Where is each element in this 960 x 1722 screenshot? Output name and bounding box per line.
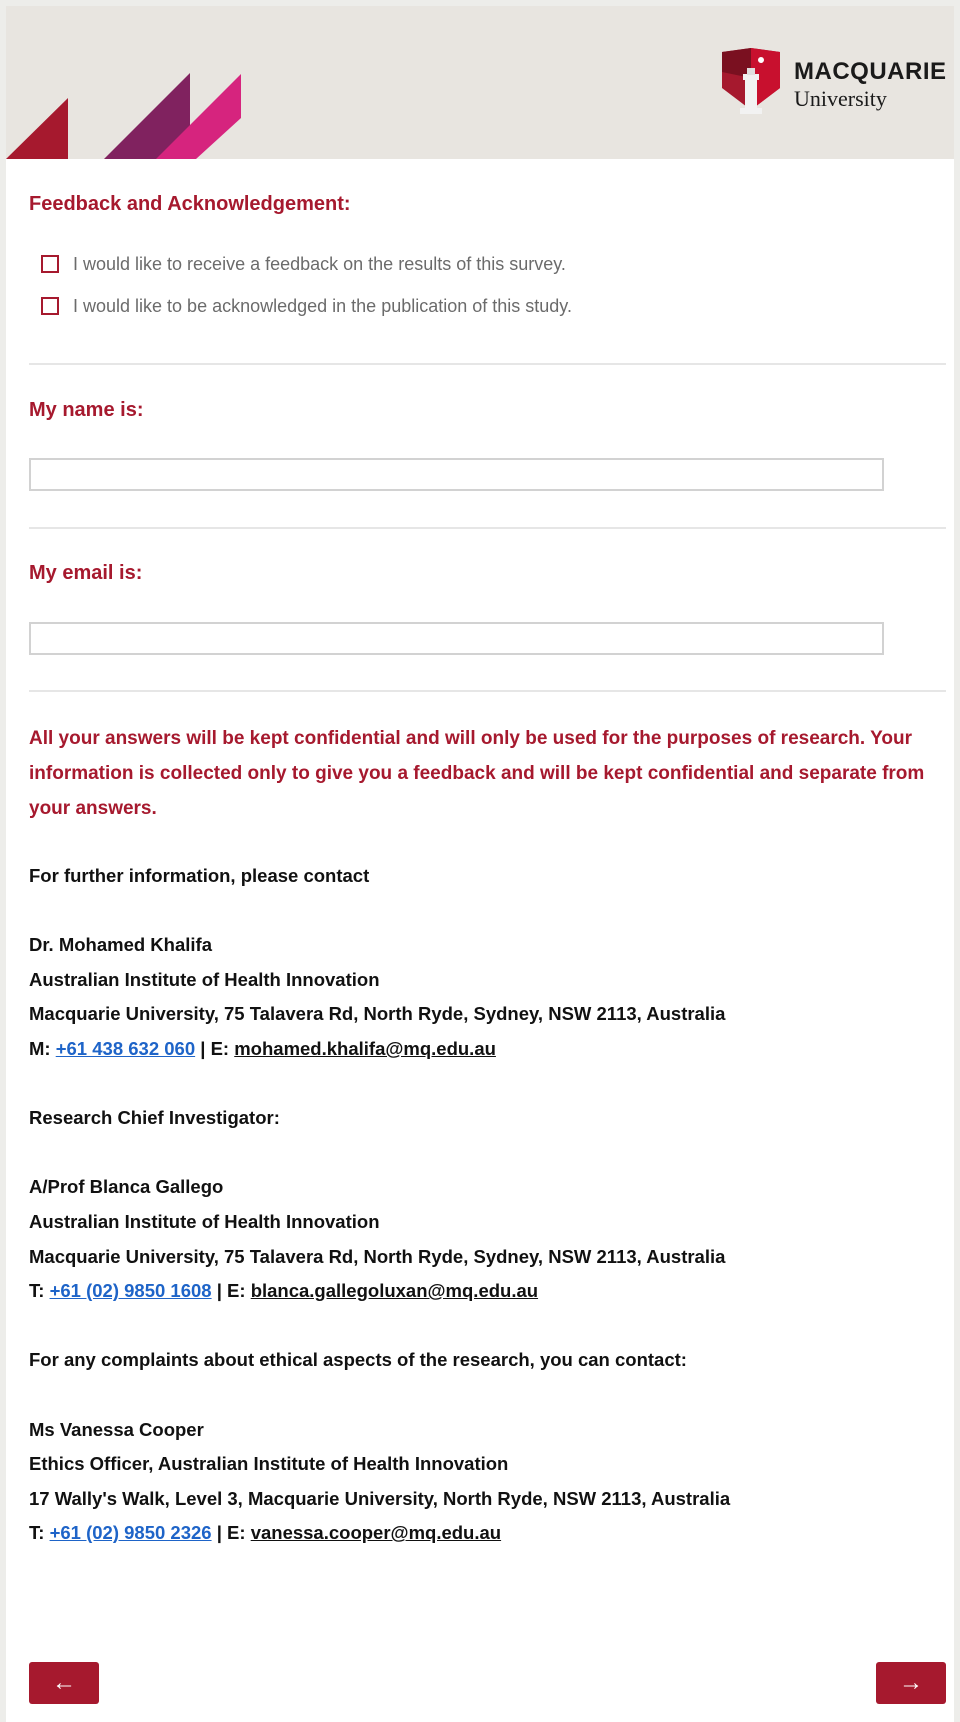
email-prefix: | E: bbox=[195, 1037, 235, 1059]
feedback-option-results[interactable]: I would like to receive a feedback on th… bbox=[41, 252, 566, 276]
contact-intro: For further information, please contact bbox=[29, 865, 370, 886]
phone-prefix: T: bbox=[29, 1522, 50, 1544]
header-banner: MACQUARIE University bbox=[6, 6, 954, 159]
macquarie-logo: MACQUARIE University bbox=[722, 48, 952, 118]
back-button[interactable]: ← bbox=[29, 1662, 99, 1704]
next-button[interactable]: → bbox=[876, 1662, 946, 1704]
phone-link[interactable]: +61 (02) 9850 1608 bbox=[50, 1280, 212, 1301]
ethics-intro: For any complaints about ethical aspects… bbox=[29, 1349, 687, 1371]
ethics-name: Ms Vanessa Cooper bbox=[29, 1418, 204, 1440]
email-prefix: | E: bbox=[211, 1280, 251, 1302]
confidentiality-notice: All your answers will be kept confidenti… bbox=[29, 728, 925, 819]
feedback-heading: Feedback and Acknowledgement: bbox=[29, 193, 351, 215]
email-heading: My email is: bbox=[29, 562, 143, 584]
email-link[interactable]: blanca.gallegoluxan@mq.edu.au bbox=[251, 1280, 538, 1301]
decorative-stripes bbox=[6, 73, 241, 159]
logo-text-university: University bbox=[794, 86, 887, 111]
acknowledge-checkbox[interactable] bbox=[41, 297, 59, 315]
results-feedback-checkbox[interactable] bbox=[41, 255, 59, 273]
email-link[interactable]: mohamed.khalifa@mq.edu.au bbox=[234, 1038, 496, 1059]
investigator-intro: Research Chief Investigator: bbox=[29, 1107, 280, 1129]
results-feedback-label[interactable]: I would like to receive a feedback on th… bbox=[73, 254, 566, 275]
investigator-name: A/Prof Blanca Gallego bbox=[29, 1176, 224, 1198]
contact-org: Australian Institute of Health Innovatio… bbox=[29, 968, 380, 990]
survey-page: MACQUARIE University Feedback and Acknow… bbox=[6, 6, 954, 1722]
logo-text-macquarie: MACQUARIE bbox=[794, 58, 947, 85]
email-link[interactable]: vanessa.cooper@mq.edu.au bbox=[251, 1522, 501, 1543]
section-divider bbox=[29, 363, 946, 365]
ethics-address: 17 Wally's Walk, Level 3, Macquarie Univ… bbox=[29, 1487, 731, 1509]
contact-address: Macquarie University, 75 Talavera Rd, No… bbox=[29, 1003, 726, 1025]
shield-lighthouse-icon bbox=[722, 48, 780, 114]
feedback-option-acknowledge[interactable]: I would like to be acknowledged in the p… bbox=[41, 294, 572, 318]
ethics-org: Ethics Officer, Australian Institute of … bbox=[29, 1453, 509, 1475]
phone-prefix: M: bbox=[29, 1037, 56, 1059]
investigator-address: Macquarie University, 75 Talavera Rd, No… bbox=[29, 1245, 726, 1267]
phone-prefix: T: bbox=[29, 1280, 50, 1302]
phone-link[interactable]: +61 (02) 9850 2326 bbox=[50, 1522, 212, 1543]
phone-link[interactable]: +61 438 632 060 bbox=[56, 1038, 195, 1059]
section-divider bbox=[29, 527, 946, 529]
contact-information: For further information, please contact … bbox=[29, 859, 946, 1551]
contact-phone-email: M: +61 438 632 060 | E: mohamed.khalifa@… bbox=[29, 1032, 946, 1067]
investigator-phone-email: T: +61 (02) 9850 1608 | E: blanca.galleg… bbox=[29, 1274, 946, 1309]
section-divider bbox=[29, 690, 946, 692]
email-input[interactable] bbox=[29, 622, 884, 655]
investigator-org: Australian Institute of Health Innovatio… bbox=[29, 1210, 380, 1232]
name-input[interactable] bbox=[29, 458, 884, 491]
ethics-phone-email: T: +61 (02) 9850 2326 | E: vanessa.coope… bbox=[29, 1516, 946, 1551]
contact-name: Dr. Mohamed Khalifa bbox=[29, 934, 212, 956]
acknowledge-label[interactable]: I would like to be acknowledged in the p… bbox=[73, 296, 572, 317]
name-heading: My name is: bbox=[29, 399, 144, 421]
email-prefix: | E: bbox=[211, 1522, 251, 1544]
